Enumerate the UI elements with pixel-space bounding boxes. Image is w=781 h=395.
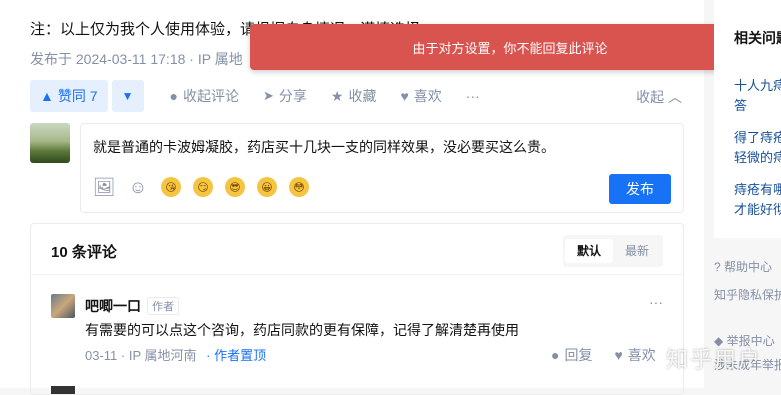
like-button[interactable]: ♥ 喜欢 <box>400 86 441 106</box>
emoji-kiss-icon[interactable]: 😘 <box>161 177 181 197</box>
related-questions-card: 相关问题 十人九痔 答 得了痔疮 轻微的痔 痔疮有哪 才能好彻 <box>714 0 781 238</box>
upvote-button[interactable]: ▲ 赞同 7 <box>30 80 108 112</box>
question-circle-icon: ? <box>714 260 721 274</box>
commenter-avatar[interactable] <box>51 294 75 318</box>
privacy-link[interactable]: 知乎隐私保护 <box>714 286 781 303</box>
publish-meta: 发布于 2024-03-11 17:18 · IP 属地 <box>30 51 243 67</box>
triangle-down-icon: ▼ <box>121 89 134 103</box>
zhihu-watermark: 知乎用户 <box>666 347 763 372</box>
comments-section: 10 条评论 默认 最新 吧唧一口 作者 ··· 有需要的可以点这个咨询，药店同… <box>30 223 684 395</box>
comments-header: 10 条评论 默认 最新 <box>31 224 683 275</box>
error-toast: 由于对方设置，你不能回复此评论 <box>250 24 770 70</box>
comment-more-button[interactable]: ··· <box>649 294 663 310</box>
favorite-button[interactable]: ★ 收藏 <box>331 86 377 106</box>
next-commenter-avatar <box>51 386 75 394</box>
heart-icon: ♥ <box>400 88 409 104</box>
editor-toolbar: 🖼 ☺ 😘 😏 😎 😀 😳 <box>93 176 309 198</box>
reply-icon: ● <box>551 347 560 363</box>
author-badge: 作者 <box>147 297 179 315</box>
related-link[interactable]: 得了痔疮 <box>734 128 781 148</box>
related-link-cont[interactable]: 才能好彻 <box>734 200 781 220</box>
comment-actions: ● 回复 ♥ 喜欢 <box>551 345 656 365</box>
heart-icon: ♥ <box>614 347 623 363</box>
sort-latest-tab[interactable]: 最新 <box>613 239 661 263</box>
comment-input[interactable]: 就是普通的卡波姆凝胶，药店买十几块一支的同样效果，没必要买这么贵。 <box>93 137 555 157</box>
send-icon: ➤ <box>263 88 274 103</box>
commenter-name[interactable]: 吧唧一口 作者 <box>85 296 179 316</box>
emoji-flushed-icon[interactable]: 😳 <box>289 177 309 197</box>
related-link-cont[interactable]: 答 <box>734 96 747 116</box>
comment-bubble-icon: ● <box>169 88 179 104</box>
emoji-sunglasses-icon[interactable]: 😎 <box>225 177 245 197</box>
related-link[interactable]: 十人九痔 <box>734 76 781 96</box>
emoji-smirk-icon[interactable]: 😏 <box>193 177 213 197</box>
sidebar: 相关问题 十人九痔 答 得了痔疮 轻微的痔 痔疮有哪 才能好彻 ? 帮助中心 知… <box>714 0 781 388</box>
comment-meta: 03-11 · IP 属地河南 · 作者置顶 <box>85 348 267 363</box>
emoji-grin-icon[interactable]: 😀 <box>257 177 277 197</box>
comment-count: 10 条评论 <box>51 244 117 261</box>
downvote-button[interactable]: ▼ <box>111 80 144 112</box>
comment-text: 有需要的可以点这个咨询，药店同款的更有保障，记得了解清楚再使用 <box>85 322 519 338</box>
action-bar: ▲ 赞同 7 ▼ ● 收起评论 ➤ 分享 ★ 收藏 ♥ 喜欢 ··· 收起 ︿ <box>30 79 682 113</box>
sort-default-tab[interactable]: 默认 <box>564 239 613 263</box>
comment-like-button[interactable]: ♥ 喜欢 <box>614 345 655 365</box>
emoji-picker-icon[interactable]: ☺ <box>127 176 149 198</box>
star-icon: ★ <box>330 87 344 104</box>
comment-editor[interactable]: 就是普通的卡波姆凝胶，药店买十几块一支的同样效果，没必要买这么贵。 🖼 ☺ 😘 … <box>80 123 684 213</box>
upvote-label: 赞同 7 <box>57 88 98 104</box>
chevron-up-icon: ︿ <box>668 89 682 105</box>
sort-toggle: 默认 最新 <box>562 235 663 267</box>
triangle-up-icon: ▲ <box>40 88 54 104</box>
collapse-answer-button[interactable]: 收起 ︿ <box>636 87 682 107</box>
pinned-label[interactable]: · 作者置顶 <box>206 348 266 363</box>
help-center-link[interactable]: ? 帮助中心 <box>714 258 772 275</box>
related-questions-title: 相关问题 <box>734 30 781 46</box>
share-button[interactable]: ➤ 分享 <box>263 86 307 106</box>
collapse-comments-button[interactable]: ● 收起评论 <box>170 86 239 106</box>
publish-button[interactable]: 发布 <box>609 174 671 204</box>
related-link[interactable]: 痔疮有哪 <box>734 180 781 200</box>
image-upload-icon[interactable]: 🖼 <box>93 176 116 198</box>
more-button[interactable]: ··· <box>466 88 480 104</box>
related-link-cont[interactable]: 轻微的痔 <box>734 148 781 168</box>
reply-button[interactable]: ● 回复 <box>551 345 592 365</box>
current-user-avatar <box>30 123 70 163</box>
